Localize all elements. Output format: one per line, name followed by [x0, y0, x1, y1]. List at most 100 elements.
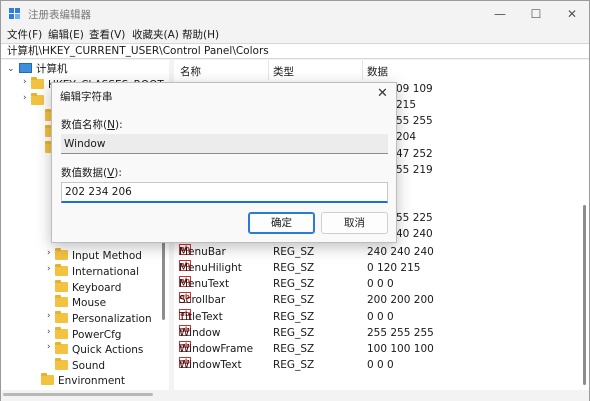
table-row[interactable]: ab WindowFrame REG_SZ 100 100 100 — [174, 341, 581, 357]
tree-item-label: Input Method — [72, 250, 142, 262]
label-text: 数值名称( — [61, 119, 108, 131]
folder-icon — [31, 93, 44, 105]
tree-item-personalization[interactable]: Personalization — [55, 311, 152, 327]
column-data[interactable]: 数据 — [367, 64, 388, 79]
cell-data: 55 255 — [396, 115, 433, 127]
tree-item-input-method[interactable]: Input Method — [55, 248, 142, 264]
access-key: N — [107, 119, 115, 131]
tree-item-international[interactable]: International — [55, 264, 139, 280]
tree-item-quick-actions[interactable]: Quick Actions — [55, 342, 143, 358]
cell-name: WindowText — [179, 359, 242, 371]
title-bar: 注册表编辑器 — ☐ ✕ — [1, 1, 589, 27]
value-data-input[interactable]: 202 234 206 — [61, 182, 388, 203]
cell-data: 55 225 — [396, 212, 433, 224]
column-divider[interactable] — [268, 60, 269, 80]
regedit-window: 注册表编辑器 — ☐ ✕ 文件(F) 编辑(E) 查看(V) 收藏夹(A) 帮助… — [0, 0, 590, 401]
cell-type: REG_SZ — [273, 294, 315, 306]
cell-data: 40 240 — [396, 228, 433, 240]
tree-item-sound[interactable]: Sound — [55, 358, 105, 374]
table-row[interactable]: ab Scrollbar REG_SZ 200 200 200 — [174, 292, 581, 308]
menu-file[interactable]: 文件(F) — [7, 27, 42, 42]
chevron-right-icon[interactable]: › — [23, 77, 27, 87]
cell-data: 09 109 — [396, 83, 433, 95]
close-button[interactable]: ✕ — [554, 1, 590, 27]
cell-data: 255 255 255 — [367, 327, 434, 339]
tree-item-label: Environment — [58, 375, 126, 387]
menu-bar: 文件(F) 编辑(E) 查看(V) 收藏夹(A) 帮助(H) — [1, 27, 589, 43]
tree-item-label: 计算机 — [36, 63, 68, 75]
column-divider[interactable] — [362, 60, 363, 80]
tree-item-environment[interactable]: Environment — [41, 373, 125, 389]
cell-name: Window — [179, 327, 221, 339]
folder-icon — [55, 295, 68, 307]
folder-icon — [55, 280, 68, 292]
folder-icon — [41, 373, 54, 385]
value-name-field: Window — [61, 134, 388, 154]
cell-name: TitleText — [179, 311, 223, 323]
menu-favorites[interactable]: 收藏夹(A) — [132, 27, 179, 42]
tree-item-label: Keyboard — [72, 282, 122, 294]
menu-help[interactable]: 帮助(H) — [182, 27, 219, 42]
cell-type: REG_SZ — [273, 327, 315, 339]
cell-name: MenuBar — [179, 246, 226, 258]
tree-item-powercfg[interactable]: PowerCfg — [55, 327, 121, 343]
dialog-title: 编辑字符串 — [60, 91, 113, 103]
label-text: 数值数据( — [61, 167, 108, 179]
cell-data: 0 120 215 — [367, 262, 421, 274]
tree-item-keyboard[interactable]: Keyboard — [55, 280, 121, 296]
ok-button[interactable]: 确定 — [248, 212, 315, 234]
edit-string-dialog: 编辑字符串 ✕ 数值名称(N): Window 数值数据(V): 202 234… — [51, 82, 397, 243]
cell-type: REG_SZ — [273, 262, 315, 274]
cell-type: REG_SZ — [273, 359, 315, 371]
minimize-button[interactable]: — — [482, 1, 518, 27]
menu-edit[interactable]: 编辑(E) — [48, 27, 84, 42]
folder-icon — [55, 342, 68, 354]
chevron-right-icon[interactable]: › — [47, 248, 51, 258]
table-row[interactable]: ab WindowText REG_SZ 0 0 0 — [174, 357, 581, 373]
tree-item-label: International — [72, 266, 140, 278]
cell-type: REG_SZ — [273, 343, 315, 355]
table-row[interactable]: ab MenuBar REG_SZ 240 240 240 — [174, 244, 581, 260]
list-scrollbar-thumb[interactable] — [583, 205, 586, 385]
list-scrollbar[interactable] — [581, 60, 589, 390]
chevron-right-icon[interactable]: › — [23, 93, 27, 103]
table-row[interactable]: ab MenuHilight REG_SZ 0 120 215 — [174, 260, 581, 276]
cell-data: 215 — [396, 99, 417, 111]
folder-icon — [31, 77, 44, 89]
cancel-button[interactable]: 取消 — [321, 212, 388, 234]
folder-icon — [55, 311, 68, 323]
tree-item-label: Mouse — [72, 297, 107, 309]
tree-item-label: Sound — [72, 360, 106, 372]
maximize-button[interactable]: ☐ — [518, 1, 554, 27]
cell-data: 55 219 — [396, 164, 433, 176]
table-row[interactable]: ab Window REG_SZ 255 255 255 — [174, 325, 581, 341]
table-row[interactable]: ab MenuText REG_SZ 0 0 0 — [174, 276, 581, 292]
chevron-down-icon[interactable]: ⌄ — [7, 61, 15, 77]
tree-horizontal-scrollbar[interactable] — [3, 393, 153, 396]
column-type[interactable]: 类型 — [273, 64, 294, 79]
chevron-right-icon[interactable]: › — [47, 327, 51, 337]
cell-data: 204 — [396, 131, 417, 143]
folder-icon — [55, 327, 68, 339]
folder-icon — [55, 358, 68, 370]
value-data-label: 数值数据(V): — [61, 165, 122, 180]
cell-name: WindowFrame — [179, 343, 254, 355]
window-title: 注册表编辑器 — [28, 9, 91, 21]
folder-icon — [55, 248, 68, 260]
column-name[interactable]: 名称 — [180, 64, 201, 79]
label-text: ): — [114, 167, 122, 179]
menu-view[interactable]: 查看(V) — [89, 27, 125, 42]
chevron-right-icon[interactable]: › — [47, 311, 51, 321]
cell-data: 0 0 0 — [367, 278, 394, 290]
list-header: 名称 类型 数据 — [174, 60, 581, 80]
dialog-close-icon[interactable]: ✕ — [377, 86, 388, 101]
chevron-right-icon[interactable]: › — [47, 342, 51, 352]
tree-item-mouse[interactable]: Mouse — [55, 295, 106, 311]
tree-item-hkcu[interactable] — [31, 93, 48, 109]
value-name-label: 数值名称(N): — [61, 117, 123, 132]
cell-data: 47 252 — [396, 148, 433, 160]
regedit-app-icon — [9, 8, 21, 20]
address-bar[interactable]: 计算机\HKEY_CURRENT_USER\Control Panel\Colo… — [1, 43, 589, 59]
table-row[interactable]: ab TitleText REG_SZ 0 0 0 — [174, 309, 581, 325]
chevron-right-icon[interactable]: › — [47, 264, 51, 274]
